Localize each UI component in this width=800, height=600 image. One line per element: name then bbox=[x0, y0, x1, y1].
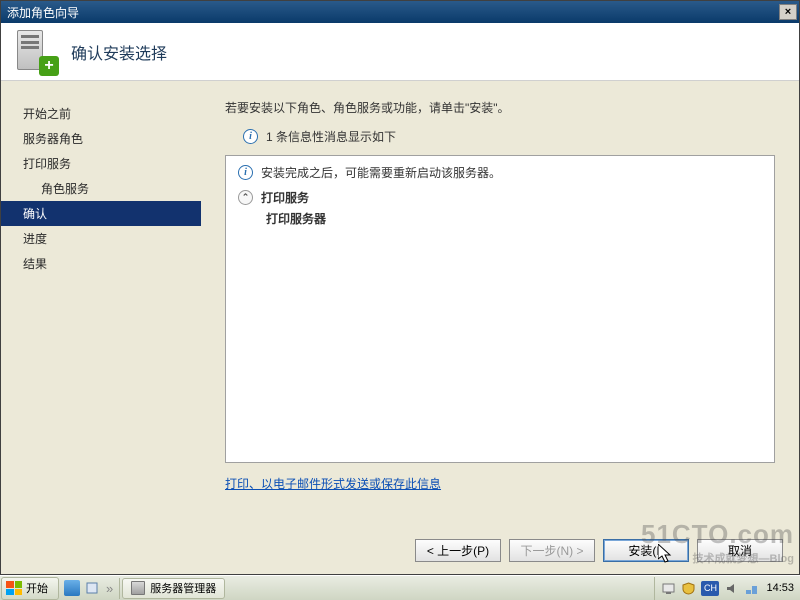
add-badge-icon: + bbox=[39, 56, 59, 76]
next-button: 下一步(N) > bbox=[509, 539, 595, 562]
language-indicator[interactable]: CH bbox=[701, 581, 719, 596]
restart-warning-text: 安装完成之后，可能需要重新启动该服务器。 bbox=[261, 164, 501, 181]
confirmation-box: i 安装完成之后，可能需要重新启动该服务器。 ⌃ 打印服务 打印服务器 bbox=[225, 155, 775, 463]
system-tray: CH 14:53 bbox=[654, 577, 800, 600]
server-manager-icon bbox=[131, 581, 145, 595]
info-count-text: 1 条信息性消息显示如下 bbox=[266, 128, 396, 145]
close-icon: × bbox=[785, 6, 791, 18]
tray-volume-icon[interactable] bbox=[724, 581, 739, 596]
window-title: 添加角色向导 bbox=[7, 4, 779, 21]
role-service-item: 打印服务器 bbox=[238, 210, 762, 227]
windows-logo-icon bbox=[6, 581, 22, 595]
show-desktop-icon[interactable] bbox=[64, 580, 80, 596]
sidebar-item-role-services[interactable]: 角色服务 bbox=[1, 176, 201, 201]
quick-launch-overflow-icon[interactable]: » bbox=[106, 581, 113, 596]
cancel-button[interactable]: 取消 bbox=[697, 539, 783, 562]
sidebar-item-progress[interactable]: 进度 bbox=[1, 226, 201, 251]
page-title: 确认安装选择 bbox=[71, 40, 167, 64]
taskbar-item-server-manager[interactable]: 服务器管理器 bbox=[122, 578, 225, 599]
instruction-text: 若要安装以下角色、角色服务或功能，请单击"安装"。 bbox=[225, 99, 775, 116]
previous-button[interactable]: < 上一步(P) bbox=[415, 539, 501, 562]
taskbar: 开始 » 服务器管理器 CH 14:53 bbox=[0, 575, 800, 600]
sidebar-item-results[interactable]: 结果 bbox=[1, 251, 201, 276]
wizard-sidebar: 开始之前 服务器角色 打印服务 角色服务 确认 进度 结果 bbox=[1, 81, 201, 521]
sidebar-item-print-services[interactable]: 打印服务 bbox=[1, 151, 201, 176]
start-label: 开始 bbox=[26, 580, 48, 596]
restart-warning-row: i 安装完成之后，可能需要重新启动该服务器。 bbox=[238, 164, 762, 181]
close-button[interactable]: × bbox=[779, 4, 797, 20]
sidebar-item-server-roles[interactable]: 服务器角色 bbox=[1, 126, 201, 151]
export-link-row: 打印、以电子邮件形式发送或保存此信息 bbox=[225, 475, 775, 492]
taskbar-item-label: 服务器管理器 bbox=[150, 580, 216, 596]
wizard-body: 开始之前 服务器角色 打印服务 角色服务 确认 进度 结果 若要安装以下角色、角… bbox=[1, 81, 799, 521]
taskbar-clock[interactable]: 14:53 bbox=[766, 582, 794, 594]
info-icon: i bbox=[243, 129, 258, 144]
chevron-up-icon: ⌃ bbox=[238, 190, 253, 205]
tray-network-icon[interactable] bbox=[744, 581, 759, 596]
sidebar-item-before-you-begin[interactable]: 开始之前 bbox=[1, 101, 201, 126]
install-button[interactable]: 安装(I) bbox=[603, 539, 689, 562]
tray-icon[interactable] bbox=[661, 581, 676, 596]
wizard-main: 若要安装以下角色、角色服务或功能，请单击"安装"。 i 1 条信息性消息显示如下… bbox=[201, 81, 799, 521]
info-summary-row: i 1 条信息性消息显示如下 bbox=[243, 128, 775, 145]
wizard-icon: + bbox=[17, 30, 57, 74]
title-bar[interactable]: 添加角色向导 × bbox=[1, 1, 799, 23]
quick-launch: » bbox=[60, 578, 120, 599]
wizard-footer: < 上一步(P) 下一步(N) > 安装(I) 取消 bbox=[415, 539, 783, 562]
print-email-save-link[interactable]: 打印、以电子邮件形式发送或保存此信息 bbox=[225, 477, 441, 491]
wizard-header: + 确认安装选择 bbox=[1, 23, 799, 81]
quick-launch-icon[interactable] bbox=[84, 580, 100, 596]
role-group-title: 打印服务 bbox=[261, 189, 309, 206]
role-group-row[interactable]: ⌃ 打印服务 bbox=[238, 189, 762, 206]
start-button[interactable]: 开始 bbox=[1, 577, 59, 600]
info-icon: i bbox=[238, 165, 253, 180]
wizard-dialog: 添加角色向导 × + 确认安装选择 开始之前 服务器角色 打印服务 角色服务 确… bbox=[0, 0, 800, 575]
tray-security-icon[interactable] bbox=[681, 581, 696, 596]
sidebar-item-confirmation[interactable]: 确认 bbox=[1, 201, 201, 226]
